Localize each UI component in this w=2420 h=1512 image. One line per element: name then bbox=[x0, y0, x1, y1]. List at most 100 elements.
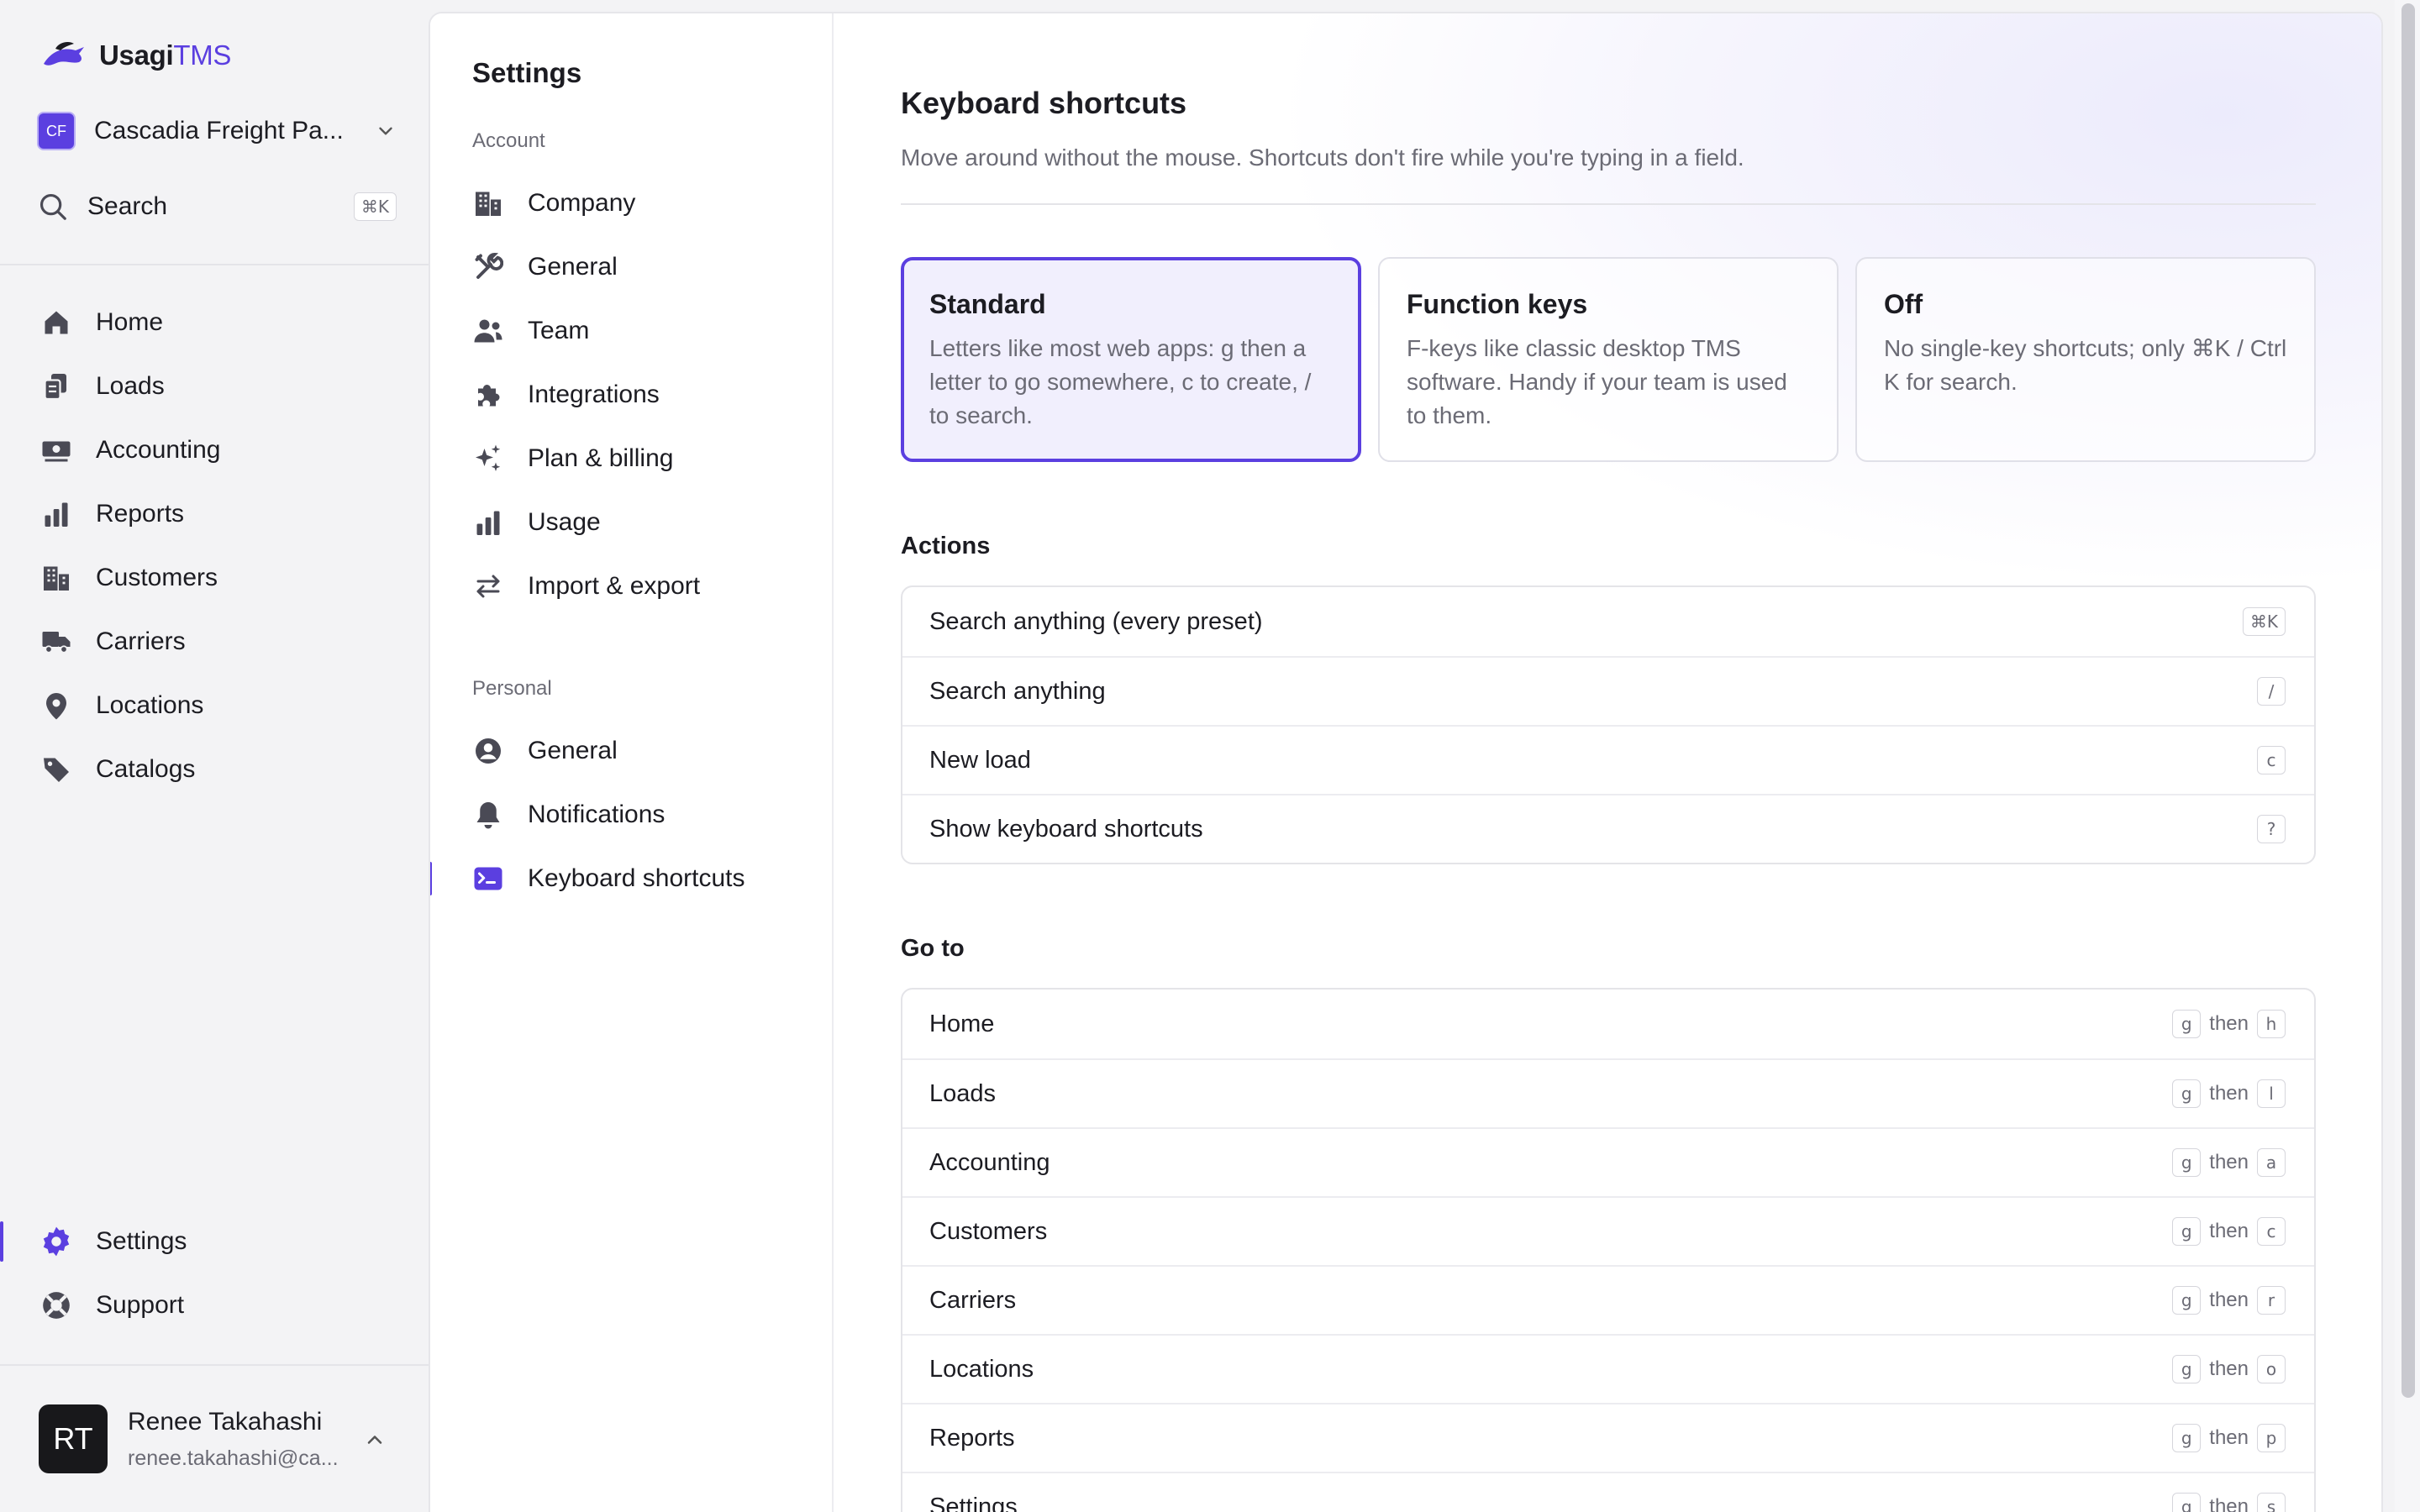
avatar: RT bbox=[39, 1404, 108, 1473]
settings-item-personal-general[interactable]: General bbox=[430, 719, 834, 783]
settings-item-label: General bbox=[528, 737, 618, 764]
shortcut-keys: g then r bbox=[2172, 1286, 2286, 1315]
shortcut-keys: / bbox=[2257, 677, 2286, 706]
preset-description: No single-key shortcuts; only ⌘K / Ctrl … bbox=[1884, 335, 2287, 395]
sparkles-icon bbox=[472, 443, 504, 475]
page-subtitle: Move around without the mouse. Shortcuts… bbox=[901, 144, 1744, 171]
nav-label: Support bbox=[96, 1291, 185, 1319]
settings-item-label: Usage bbox=[528, 508, 601, 536]
shortcut-row: Show keyboard shortcuts ? bbox=[902, 794, 2314, 863]
nav-item-locations[interactable]: Locations bbox=[0, 674, 429, 738]
nav-label: Customers bbox=[96, 564, 218, 591]
settings-item-label: Company bbox=[528, 189, 636, 217]
then-text: then bbox=[2209, 1151, 2249, 1173]
shortcut-label: Search anything (every preset) bbox=[929, 607, 1263, 635]
nav-item-settings[interactable]: Settings bbox=[0, 1210, 429, 1273]
key: a bbox=[2257, 1148, 2286, 1177]
shortcut-label: Locations bbox=[929, 1355, 1034, 1383]
preset-function-keys[interactable]: Function keys F-keys like classic deskto… bbox=[1378, 257, 1839, 462]
key: c bbox=[2257, 746, 2286, 774]
home-icon bbox=[40, 307, 72, 339]
preset-title: Function keys bbox=[1407, 289, 1588, 319]
nav-item-loads[interactable]: Loads bbox=[0, 354, 429, 418]
user-menu[interactable]: RT Renee Takahashi renee.takahashi@ca... bbox=[0, 1364, 429, 1512]
preset-description: Letters like most web apps: g then a let… bbox=[929, 335, 1312, 428]
settings-item-keyboard-shortcuts[interactable]: Keyboard shortcuts bbox=[430, 847, 834, 911]
shortcut-keys: g then p bbox=[2172, 1424, 2286, 1452]
goto-section-title: Go to bbox=[901, 935, 965, 962]
nav-item-support[interactable]: Support bbox=[0, 1273, 429, 1337]
key: r bbox=[2257, 1286, 2286, 1315]
shortcut-keys: g then s bbox=[2172, 1493, 2286, 1512]
shortcut-keys: g then c bbox=[2172, 1217, 2286, 1246]
shortcut-keys: g then h bbox=[2172, 1010, 2286, 1038]
settings-item-label: General bbox=[528, 253, 618, 281]
shortcut-row: Customers g then c bbox=[902, 1196, 2314, 1265]
settings-item-integrations[interactable]: Integrations bbox=[430, 363, 834, 427]
loads-icon bbox=[40, 370, 72, 402]
nav-item-accounting[interactable]: Accounting bbox=[0, 418, 429, 482]
personal-group-label: Personal bbox=[472, 677, 552, 700]
settings-item-label: Import & export bbox=[528, 572, 701, 600]
nav-item-customers[interactable]: Customers bbox=[0, 546, 429, 610]
bell-icon bbox=[472, 799, 504, 831]
shortcut-row: Search anything / bbox=[902, 656, 2314, 725]
shortcut-row: New load c bbox=[902, 725, 2314, 794]
settings-item-plan-billing[interactable]: Plan & billing bbox=[430, 427, 834, 491]
org-badge: CF bbox=[37, 112, 76, 150]
shortcut-label: Show keyboard shortcuts bbox=[929, 815, 1203, 843]
sidebar-divider bbox=[0, 264, 429, 265]
nav-item-reports[interactable]: Reports bbox=[0, 482, 429, 546]
nav-label: Home bbox=[96, 308, 164, 336]
user-email: renee.takahashi@ca... bbox=[128, 1446, 339, 1470]
settings-item-company[interactable]: Company bbox=[430, 171, 834, 235]
customers-icon bbox=[40, 562, 72, 594]
settings-item-import-export[interactable]: Import & export bbox=[430, 554, 834, 618]
brand-name: UsagiTMS bbox=[99, 39, 232, 71]
scrollbar-thumb[interactable] bbox=[2402, 3, 2415, 1398]
nav-item-catalogs[interactable]: Catalogs bbox=[0, 738, 429, 801]
settings-item-usage[interactable]: Usage bbox=[430, 491, 834, 554]
reports-icon bbox=[40, 498, 72, 530]
shortcut-keys: g then a bbox=[2172, 1148, 2286, 1177]
personal-settings-list: General Notifications Keyboard shortcuts bbox=[430, 719, 834, 911]
settings-title: Settings bbox=[472, 57, 582, 88]
nav-item-carriers[interactable]: Carriers bbox=[0, 610, 429, 674]
brand[interactable]: UsagiTMS bbox=[40, 39, 231, 72]
settings-item-team[interactable]: Team bbox=[430, 299, 834, 363]
chevron-down-icon bbox=[379, 127, 392, 135]
then-text: then bbox=[2209, 1082, 2249, 1105]
settings-item-label: Keyboard shortcuts bbox=[528, 864, 745, 892]
user-circle-icon bbox=[472, 735, 504, 767]
nav-item-home[interactable]: Home bbox=[0, 291, 429, 354]
lifebuoy-icon bbox=[40, 1289, 72, 1321]
chevron-up-icon bbox=[367, 1436, 382, 1444]
search-icon bbox=[39, 193, 66, 220]
key: c bbox=[2257, 1217, 2286, 1246]
user-name: Renee Takahashi bbox=[128, 1408, 323, 1436]
then-text: then bbox=[2209, 1220, 2249, 1242]
page-scrollbar[interactable] bbox=[2395, 0, 2420, 1512]
org-switcher[interactable]: CF Cascadia Freight Pa... bbox=[37, 108, 397, 155]
search-button[interactable]: Search ⌘K bbox=[37, 183, 397, 230]
tag-icon bbox=[40, 753, 72, 785]
key: g bbox=[2172, 1010, 2202, 1038]
shortcut-row: Locations g then o bbox=[902, 1334, 2314, 1403]
settings-item-label: Team bbox=[528, 317, 590, 344]
nav-label: Settings bbox=[96, 1227, 187, 1255]
settings-item-general[interactable]: General bbox=[430, 235, 834, 299]
nav-label: Catalogs bbox=[96, 755, 196, 783]
then-text: then bbox=[2209, 1357, 2249, 1380]
key: h bbox=[2257, 1010, 2286, 1038]
key: ? bbox=[2257, 815, 2286, 843]
preset-off[interactable]: Off No single-key shortcuts; only ⌘K / C… bbox=[1855, 257, 2316, 462]
search-label: Search bbox=[87, 192, 168, 220]
settings-item-label: Notifications bbox=[528, 801, 666, 828]
settings-item-notifications[interactable]: Notifications bbox=[430, 783, 834, 847]
shortcut-row: Accounting g then a bbox=[902, 1127, 2314, 1196]
bar-chart-icon bbox=[472, 507, 504, 538]
shortcut-keys: c bbox=[2257, 746, 2286, 774]
key: g bbox=[2172, 1355, 2202, 1383]
settings-item-label: Integrations bbox=[528, 381, 660, 408]
preset-standard[interactable]: Standard Letters like most web apps: g t… bbox=[901, 257, 1361, 462]
